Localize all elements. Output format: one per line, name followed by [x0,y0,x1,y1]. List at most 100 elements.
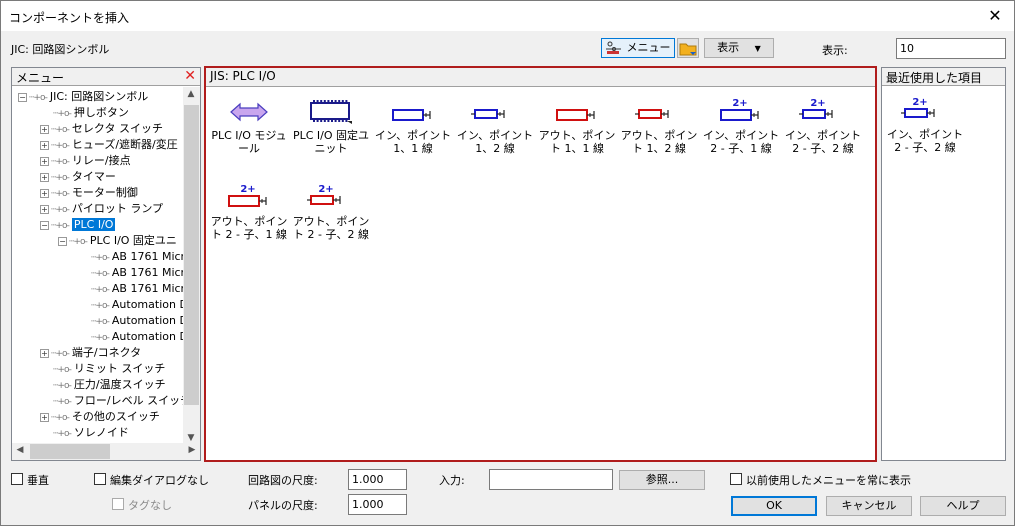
svg-text:2+: 2+ [318,184,333,195]
symbol-tile[interactable]: 2+ アウト、ポイント 2 - 子、2 線 [290,181,372,265]
symbol-item-icon: ┄+o- [53,397,72,407]
symbol-tile[interactable]: イン、ポイント 1、2 線 [454,95,536,179]
no-edit-dialog-checkbox[interactable] [94,473,106,485]
tree-item[interactable]: + ┄+o- 端子/コネクタ [40,345,141,361]
tree-item[interactable]: ┄+o- AB 1761 Micr [78,281,184,297]
close-menu-icon[interactable]: ✕ [184,68,196,84]
scroll-up-icon[interactable]: ▲ [183,89,199,99]
symbol-item-icon: ┄+o- [51,173,70,183]
symbol-tile[interactable]: アウト、ポイント 1、2 線 [618,95,700,179]
help-button[interactable]: ヘルプ [920,496,1006,516]
symbol-item-icon: ┄+o- [91,317,110,327]
expand-icon[interactable]: + [40,412,49,422]
input-label: 入力: [439,474,465,487]
tree-item-label: その他のスイッチ [71,410,160,423]
vertical-checkbox[interactable] [11,473,23,485]
tree-item[interactable]: ┄+o- フロー/レベル スイッチ [40,393,184,409]
tree-item[interactable]: ┄+o- Automation D [78,329,184,345]
tree-item[interactable]: + ┄+o- リレー/接点 [40,153,131,169]
scroll-thumb[interactable] [184,105,199,405]
input-field[interactable] [489,469,613,490]
panel-scale-input[interactable] [348,494,407,515]
symbol-tile[interactable]: イン、ポイント 1、1 線 [372,95,454,179]
schematic-menu-icon [606,41,621,54]
expand-icon[interactable]: + [40,172,49,182]
scroll-right-icon[interactable]: ▶ [184,445,200,455]
symbol-item-icon: ┄+o- [51,189,70,199]
tree-item[interactable]: ┄+o- AB 1761 Micr [78,265,184,281]
tree-item[interactable]: − ┄+o- PLC I/O 固定ユニ [58,233,177,249]
menu-tree-pane: メニュー ✕ − ┄+o- JIC: 回路図シンボル ┄+o- 押しボタン + ┄+o- セレ… [11,67,201,461]
tree-item-label: JIC: 回路図シンボル [49,90,149,103]
input-2pt-1wire-icon: 2+ [700,95,782,129]
tree-item[interactable]: − ┄+o- JIC: 回路図シンボル [18,89,148,105]
cancel-button[interactable]: キャンセル [826,496,912,516]
folder-button[interactable] [677,38,699,58]
window-title: コンポーネントを挿入 [9,11,130,25]
tree-item-label: Automation D [111,314,184,327]
symbol-item-icon: ┄+o- [53,109,72,119]
tree-horizontal-scrollbar[interactable]: ◀ ▶ [12,443,200,460]
symbol-tile[interactable]: アウト、ポイント 1、1 線 [536,95,618,179]
symbol-tile[interactable]: 2+ イン、ポイント 2 - 子、2 線 [884,94,966,178]
symbol-tile-label: PLC I/O モジュール [211,129,287,155]
collapse-icon[interactable]: − [18,92,27,102]
always-show-recent-checkbox[interactable] [730,473,742,485]
tree-item[interactable]: − ┄+o- PLC I/O [40,217,116,233]
schematic-scale-input[interactable] [348,469,407,490]
symbol-tile[interactable]: 2+ イン、ポイント 2 - 子、2 線 [782,95,864,179]
tree-item[interactable]: ┄+o- リミット スイッチ [40,361,165,377]
expand-icon[interactable]: + [40,124,49,134]
close-icon[interactable]: ✕ [982,3,1008,29]
tree-item[interactable]: + ┄+o- パイロット ランプ [40,201,163,217]
tree-item-label: Automation D [111,330,184,343]
tree-item[interactable]: + ┄+o- セレクタ スイッチ [40,121,163,137]
collapse-icon[interactable]: − [58,236,67,246]
menu-button-label: メニュー [626,41,671,54]
tree-item-label: PLC I/O [71,218,116,231]
symbol-tile-label: イン、ポイント 2 - 子、2 線 [784,129,862,155]
scroll-down-icon[interactable]: ▼ [183,433,199,443]
scroll-left-icon[interactable]: ◀ [12,445,28,455]
expand-icon[interactable]: + [40,156,49,166]
symbol-tile[interactable]: PLC I/O 固定ユニット [290,95,372,179]
fixed-unit-icon [290,95,372,129]
expand-icon[interactable]: + [40,204,49,214]
svg-text:2+: 2+ [732,98,747,109]
tree-item[interactable]: + ┄+o- ヒューズ/遮断器/変圧 [40,137,178,153]
no-tag-checkbox[interactable] [112,498,124,510]
symbol-tile[interactable]: 2+ アウト、ポイント 2 - 子、1 線 [208,181,290,265]
tree-item-label: ヒューズ/遮断器/変圧 [71,138,178,151]
symbol-item-icon: ┄+o- [53,365,72,375]
view-dropdown-label: 表示 [717,41,740,54]
ok-button[interactable]: OK [731,496,817,516]
tree-vertical-scrollbar[interactable]: ▲ ▼ [183,87,200,445]
collapse-icon[interactable]: − [40,220,49,230]
menu-button[interactable]: メニュー [601,38,675,58]
view-dropdown[interactable]: 表示 ▼ [704,38,774,58]
tree-item[interactable]: + ┄+o- モーター制御 [40,185,138,201]
symbol-tile[interactable]: 2+ イン、ポイント 2 - 子、1 線 [700,95,782,179]
tree-item[interactable]: ┄+o- 押しボタン [40,105,129,121]
expand-icon[interactable]: + [40,348,49,358]
view-count-input[interactable] [896,38,1006,59]
tree-item[interactable]: ┄+o- ソレノイド [40,425,129,441]
expand-icon[interactable]: + [40,188,49,198]
symbol-tile[interactable]: PLC I/O モジュール [208,95,290,179]
symbol-tile-label: PLC I/O 固定ユニット [292,129,370,155]
tree-item[interactable]: ┄+o- AB 1761 Micr [78,249,184,265]
tree-item[interactable]: ┄+o- Automation D [78,297,184,313]
tree-item[interactable]: ┄+o- Automation D [78,313,184,329]
tree-item-label: PLC I/O 固定ユニ [89,234,177,247]
expand-icon[interactable]: + [40,140,49,150]
tree-item[interactable]: + ┄+o- その他のスイッチ [40,409,160,425]
svg-text:2+: 2+ [240,184,255,195]
symbol-item-icon: ┄+o- [51,141,70,151]
browse-button[interactable]: 参照... [619,470,705,490]
folder-icon [679,43,697,56]
tree-item[interactable]: ┄+o- 圧力/温度スイッチ [40,377,166,393]
hscroll-thumb[interactable] [30,444,110,459]
tree-item-label: リレー/接点 [71,154,131,167]
tree-item[interactable]: + ┄+o- タイマー [40,169,116,185]
symbol-item-icon: ┄+o- [51,349,70,359]
